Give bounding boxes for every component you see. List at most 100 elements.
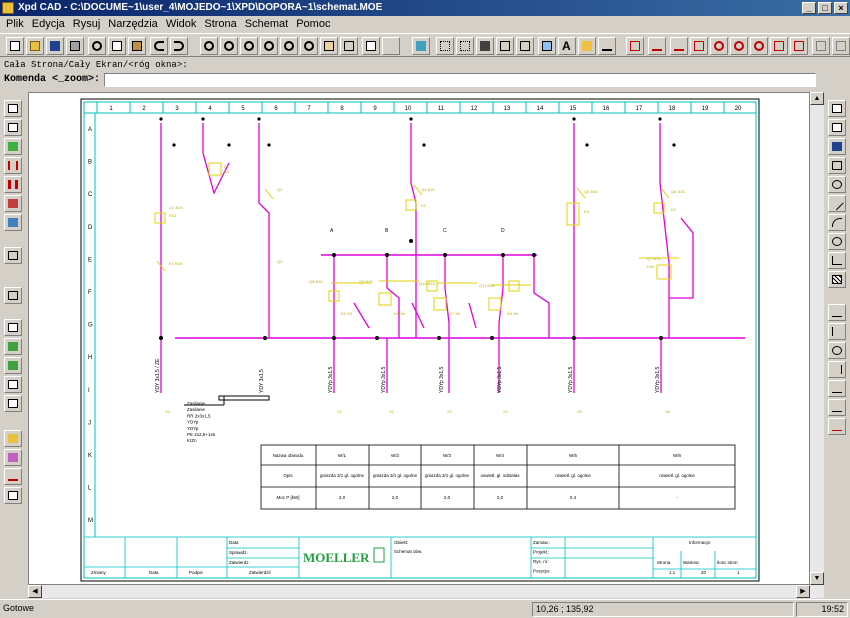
- menu-widok[interactable]: Widok: [162, 16, 201, 32]
- zoom-in-icon[interactable]: [220, 37, 238, 55]
- dimension-baseline-icon[interactable]: [828, 399, 846, 416]
- snap-intersection-icon[interactable]: [690, 37, 708, 55]
- scroll-right-button[interactable]: ▶: [796, 585, 810, 598]
- edit-icon[interactable]: [4, 468, 22, 485]
- maximize-button[interactable]: □: [818, 2, 832, 14]
- report-icon[interactable]: [4, 319, 22, 336]
- zoom-out-icon[interactable]: [240, 37, 258, 55]
- snap-perpendicular-icon[interactable]: [770, 37, 788, 55]
- copy-button[interactable]: [108, 37, 126, 55]
- pen-edit-icon[interactable]: [598, 37, 616, 55]
- page-frame-icon[interactable]: [4, 119, 22, 136]
- properties-icon[interactable]: [362, 37, 380, 55]
- snap-none-icon[interactable]: [812, 37, 830, 55]
- menu-schemat[interactable]: Schemat: [241, 16, 292, 32]
- drawing-canvas[interactable]: 1 2 3 4 5 6 7 8 9 10 11 12 13 14 15 16 17 18 19 20 ABCDEFGH…: [28, 92, 810, 585]
- dimension-horizontal-icon[interactable]: [828, 304, 846, 321]
- open-file-button[interactable]: [26, 37, 44, 55]
- zoom-window-icon[interactable]: [300, 37, 318, 55]
- flask-icon[interactable]: [4, 449, 22, 466]
- snap-quadrant-icon[interactable]: [730, 37, 748, 55]
- zoom-all-icon[interactable]: [280, 37, 298, 55]
- close-button[interactable]: ×: [834, 2, 848, 14]
- menu-narzedzia[interactable]: Narzędzia: [104, 16, 162, 32]
- snap-grid-icon[interactable]: [456, 37, 474, 55]
- save-button[interactable]: [46, 37, 64, 55]
- layers-icon[interactable]: [476, 37, 494, 55]
- cable-note-line: YDYp: [187, 426, 199, 431]
- line-tool-icon[interactable]: [828, 195, 846, 212]
- vertical-scrollbar[interactable]: ▲ ▼: [810, 92, 824, 585]
- menu-plik[interactable]: Plik: [2, 16, 28, 32]
- undo-button[interactable]: [150, 37, 168, 55]
- menu-rysuj[interactable]: Rysuj: [69, 16, 105, 32]
- snap-tangent-icon[interactable]: [750, 37, 768, 55]
- snap-line-icon[interactable]: [648, 37, 666, 55]
- image-icon[interactable]: [538, 37, 556, 55]
- dimension-diameter-icon[interactable]: [828, 342, 846, 359]
- hatch-tool-icon[interactable]: [828, 271, 846, 288]
- menu-edycja[interactable]: Edycja: [28, 16, 69, 32]
- green-rect-icon[interactable]: [4, 138, 22, 155]
- abc-text-icon[interactable]: [578, 37, 596, 55]
- import-icon[interactable]: [4, 357, 22, 374]
- save-object-icon[interactable]: [828, 138, 846, 155]
- paste-button[interactable]: [128, 37, 146, 55]
- folder-icon[interactable]: [4, 430, 22, 447]
- minimize-button[interactable]: _: [802, 2, 816, 14]
- insert-object-icon[interactable]: [828, 157, 846, 174]
- dimension-aligned-icon[interactable]: [828, 380, 846, 397]
- cut-button[interactable]: [88, 37, 106, 55]
- help-pointer-icon[interactable]: [382, 37, 400, 55]
- snap-nearest-icon[interactable]: [790, 37, 808, 55]
- block-icon[interactable]: [496, 37, 514, 55]
- cable-note-line: K/Zn: [187, 438, 197, 443]
- move-object-icon[interactable]: [828, 119, 846, 136]
- scroll-up-button[interactable]: ▲: [810, 92, 824, 105]
- new-file-button[interactable]: [6, 37, 24, 55]
- scroll-left-button[interactable]: ◀: [28, 585, 42, 598]
- command-input[interactable]: [104, 73, 816, 87]
- export-icon[interactable]: [4, 338, 22, 355]
- print-list-icon[interactable]: [4, 395, 22, 412]
- snap-center-icon[interactable]: [710, 37, 728, 55]
- note-icon[interactable]: [4, 487, 22, 504]
- list-icon[interactable]: [4, 287, 22, 304]
- dimension-vertical-icon[interactable]: [828, 361, 846, 378]
- menu-strona[interactable]: Strona: [200, 16, 240, 32]
- table-cell: oswietl. gl. odstalas: [480, 473, 520, 478]
- copy-object-icon[interactable]: [828, 100, 846, 117]
- text-tool-icon[interactable]: A: [558, 37, 576, 55]
- titleblock-label: Podpis: [189, 570, 204, 575]
- ortho-icon[interactable]: [516, 37, 534, 55]
- redraw-icon[interactable]: [340, 37, 358, 55]
- grid-icon[interactable]: [436, 37, 454, 55]
- busbar-icon[interactable]: [4, 176, 22, 193]
- horizontal-scrollbar[interactable]: ◀ ▶: [28, 585, 824, 598]
- zoom-previous-icon[interactable]: [260, 37, 278, 55]
- table-cell: gniazda 3/1 gl. ogolne: [425, 473, 470, 478]
- eraser-icon[interactable]: [412, 37, 430, 55]
- dimension-chain-icon[interactable]: [828, 418, 846, 435]
- rotate-object-icon[interactable]: [828, 176, 846, 193]
- titleblock-label: Strona: [657, 560, 671, 565]
- menu-pomoc[interactable]: Pomoc: [292, 16, 334, 32]
- pan-hand-icon[interactable]: [320, 37, 338, 55]
- terminal-icon[interactable]: [4, 214, 22, 231]
- zoom-icon[interactable]: [200, 37, 218, 55]
- snap-settings-icon[interactable]: [832, 37, 850, 55]
- print-button[interactable]: [66, 37, 84, 55]
- switch-symbol-icon[interactable]: [4, 157, 22, 174]
- bom-icon[interactable]: [4, 376, 22, 393]
- page-icon[interactable]: [4, 100, 22, 117]
- snap-endpoint-icon[interactable]: [626, 37, 644, 55]
- circle-tool-icon[interactable]: [828, 233, 846, 250]
- redo-button[interactable]: [170, 37, 188, 55]
- table-icon[interactable]: [4, 247, 22, 264]
- polyline-tool-icon[interactable]: [828, 252, 846, 269]
- dimension-angle-icon[interactable]: [828, 323, 846, 340]
- scroll-down-button[interactable]: ▼: [810, 572, 824, 585]
- component-icon[interactable]: [4, 195, 22, 212]
- snap-midpoint-icon[interactable]: [670, 37, 688, 55]
- arc-tool-icon[interactable]: [828, 214, 846, 231]
